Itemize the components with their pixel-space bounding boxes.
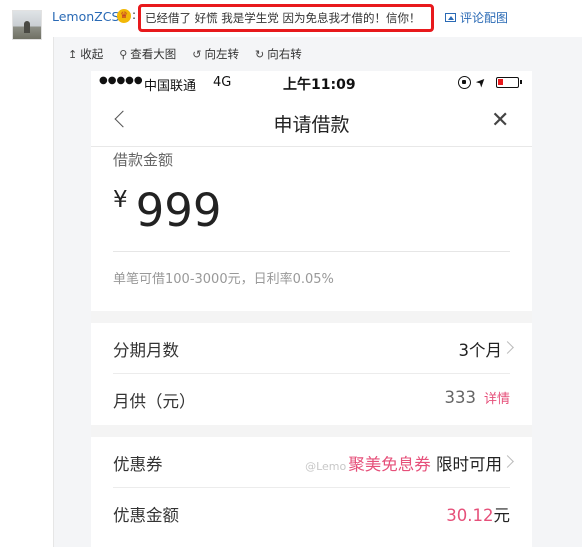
view-large-button[interactable]: ⚲ 查看大图 [119, 46, 176, 62]
phone-screenshot: ●●●●● 中国联通 4G 上午11:09 ➤ 申请借款 ✕ 借款金额 ¥ 99… [91, 71, 532, 547]
image-icon [445, 13, 456, 22]
username-link[interactable]: LemonZCS [52, 9, 119, 24]
comment-row: LemonZCS ♛ : 已经借了 好慌 我是学生党 因为免息我才借的！信你！ … [0, 0, 582, 40]
close-icon[interactable]: ✕ [491, 108, 509, 133]
installments-row[interactable]: 分期月数 3个月 [91, 323, 532, 374]
rotate-left-label: 向左转 [204, 47, 240, 61]
discount-row: 优惠金额 30.12元 [91, 488, 532, 539]
rotate-left-icon: ↺ [192, 47, 202, 61]
status-bar: ●●●●● 中国联通 4G 上午11:09 ➤ [91, 71, 532, 97]
loan-hint: 单笔可借100-3000元，日利率0.05% [113, 272, 334, 287]
discount-label: 优惠金额 [113, 506, 179, 525]
rotate-right-icon: ↻ [255, 47, 265, 61]
detail-link[interactable]: 详情 [484, 392, 510, 407]
orientation-lock-icon [458, 76, 471, 89]
monthly-payment-value-group: 333 详情 [444, 388, 510, 407]
nav-bar: 申请借款 ✕ [91, 97, 532, 147]
rotate-left-button[interactable]: ↺ 向左转 [192, 46, 239, 62]
currency-symbol: ¥ [113, 187, 128, 213]
monthly-payment-value: 333 [444, 388, 476, 407]
view-large-label: 查看大图 [130, 47, 177, 61]
discount-unit: 元 [493, 506, 511, 525]
chevron-right-icon [501, 455, 514, 468]
chevron-right-icon [501, 341, 514, 354]
page-title: 申请借款 [273, 114, 350, 136]
rotate-right-label: 向右转 [267, 47, 302, 61]
status-time: 上午11:09 [283, 77, 356, 93]
loan-amount-value: 999 [135, 184, 222, 237]
network-type: 4G [213, 75, 232, 90]
search-icon: ⚲ [119, 47, 128, 61]
signal-icon: ●●●●● [99, 75, 143, 86]
loan-amount-label: 借款金额 [113, 151, 174, 169]
comment-picture-label: 评论配图 [460, 11, 509, 25]
coupon-tag: 聚美免息券 [348, 455, 431, 474]
vip-badge-icon: ♛ [117, 9, 131, 23]
rotate-right-button[interactable]: ↻ 向右转 [255, 46, 302, 62]
coupon-row[interactable]: 优惠券 @Lemo 聚美免息券 限时可用 [91, 437, 532, 488]
installments-value: 3个月 [458, 341, 503, 360]
weibo-watermark: @Lemo [305, 460, 347, 473]
coupon-value-group: @Lemo 聚美免息券 限时可用 [305, 451, 502, 475]
coupon-label: 优惠券 [113, 455, 163, 474]
location-icon: ➤ [472, 73, 490, 91]
loan-amount-input[interactable]: ¥ 999 [113, 185, 222, 237]
loan-amount-section: 借款金额 ¥ 999 单笔可借100-3000元，日利率0.05% [91, 147, 532, 321]
collapse-button[interactable]: ↥ 收起 [68, 46, 103, 62]
section-gap [91, 311, 532, 323]
collapse-label: 收起 [80, 47, 104, 61]
monthly-payment-row: 月供（元） 333 详情 [91, 374, 532, 425]
collapse-icon: ↥ [68, 47, 78, 61]
carrier-name: 中国联通 [144, 79, 197, 94]
avatar[interactable] [12, 10, 42, 40]
comment-colon: : [132, 8, 137, 22]
coupon-status: 限时可用 [436, 455, 502, 474]
discount-value: 30.12 [446, 506, 494, 525]
battery-icon [496, 77, 522, 88]
comment-picture-link[interactable]: 评论配图 [445, 9, 508, 26]
section-gap [91, 425, 532, 437]
viewer-toolbar: ↥ 收起 ⚲ 查看大图 ↺ 向左转 ↻ 向右转 [54, 37, 582, 71]
divider [113, 251, 510, 252]
discount-value-group: 30.12元 [446, 502, 510, 526]
comment-text: 已经借了 好慌 我是学生党 因为免息我才借的！信你！ [138, 4, 434, 32]
installments-label: 分期月数 [113, 341, 179, 360]
monthly-payment-label: 月供（元） [113, 392, 196, 411]
